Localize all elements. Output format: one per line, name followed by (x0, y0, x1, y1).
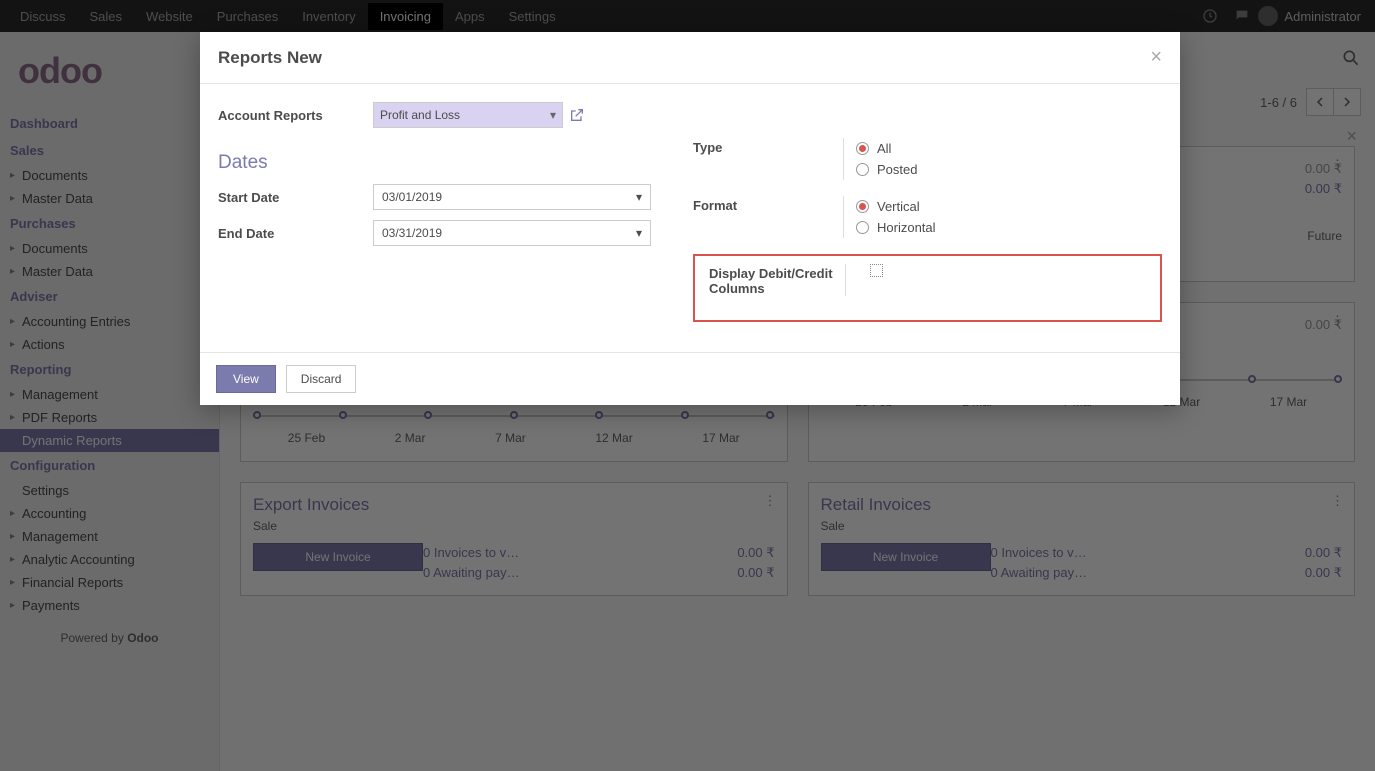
close-icon[interactable]: × (1150, 46, 1162, 69)
end-date-input[interactable]: 03/31/2019▾ (373, 220, 651, 246)
reports-new-modal: Reports New × Account Reports Profit and… (200, 32, 1180, 405)
type-all-radio[interactable] (856, 142, 869, 155)
type-posted-radio[interactable] (856, 163, 869, 176)
view-button[interactable]: View (216, 365, 276, 393)
end-date-label: End Date (218, 226, 373, 241)
dates-group-title: Dates (218, 152, 693, 174)
chevron-down-icon: ▾ (550, 108, 556, 122)
chevron-down-icon: ▾ (636, 226, 642, 240)
start-date-input[interactable]: 03/01/2019▾ (373, 184, 651, 210)
chevron-down-icon: ▾ (636, 190, 642, 204)
display-dc-highlight: Display Debit/Credit Columns (693, 254, 1162, 322)
discard-button[interactable]: Discard (286, 365, 357, 393)
account-reports-label: Account Reports (218, 108, 373, 123)
type-label: Type (693, 138, 843, 180)
format-vertical-radio[interactable] (856, 200, 869, 213)
account-reports-select[interactable]: Profit and Loss▾ (373, 102, 563, 128)
format-horizontal-radio[interactable] (856, 221, 869, 234)
display-dc-checkbox[interactable] (870, 264, 883, 277)
start-date-label: Start Date (218, 190, 373, 205)
modal-title: Reports New (218, 48, 322, 68)
format-label: Format (693, 196, 843, 238)
display-dc-label: Display Debit/Credit Columns (695, 264, 845, 296)
external-link-icon[interactable] (569, 107, 585, 123)
